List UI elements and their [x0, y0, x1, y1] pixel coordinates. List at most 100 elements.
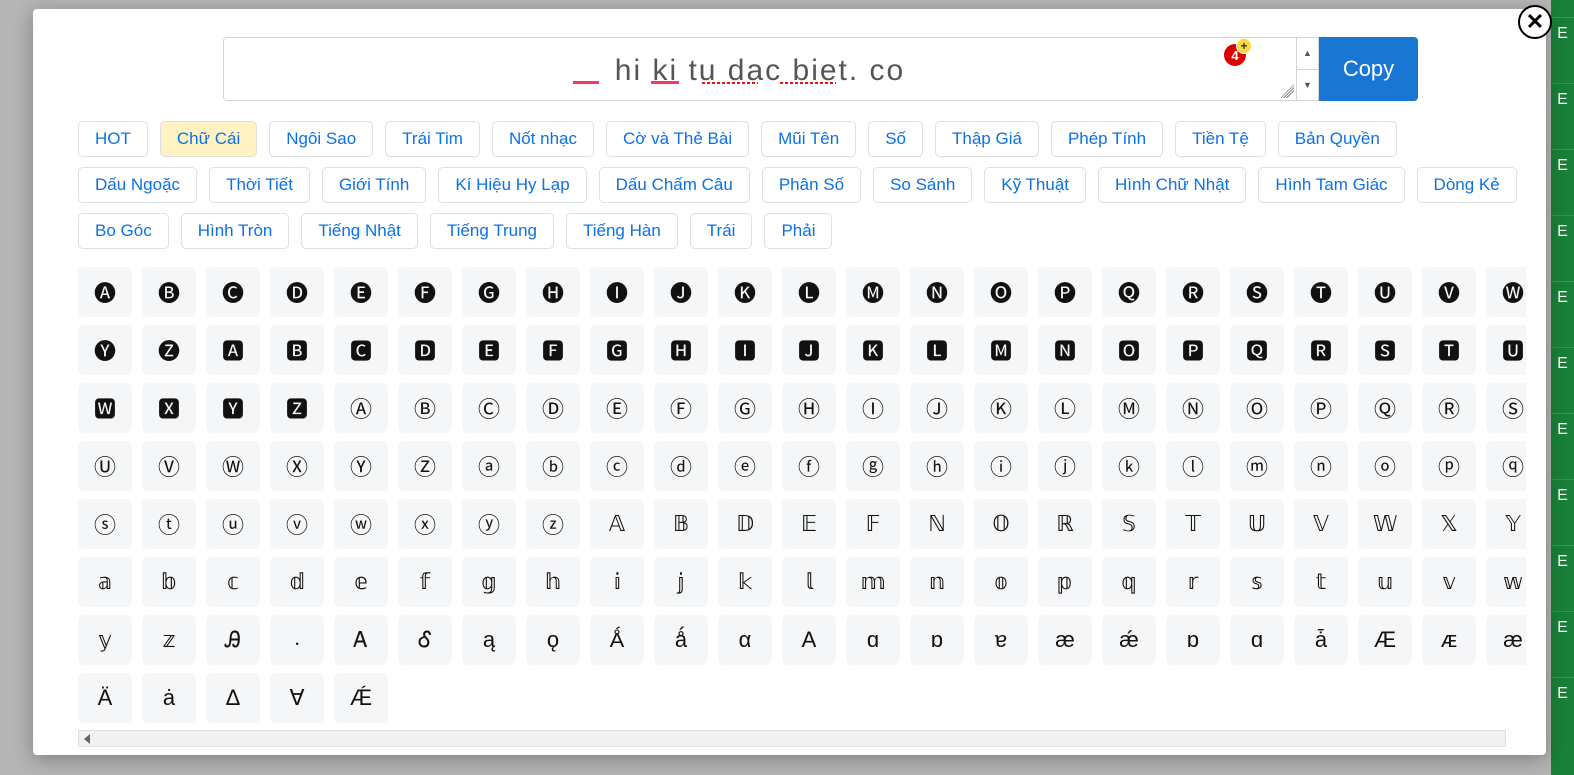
character-cell[interactable]: ℝ [1038, 499, 1092, 549]
character-cell[interactable]: ⓝ [1294, 441, 1348, 491]
character-cell[interactable]: 𝕦 [1358, 557, 1412, 607]
character-cell[interactable]: Ⓥ [142, 441, 196, 491]
character-cell[interactable]: ⓗ [910, 441, 964, 491]
character-cell[interactable]: Ꭿ [206, 615, 260, 665]
category-pill[interactable]: Trái Tim [385, 121, 480, 157]
character-cell[interactable]: ∀ [270, 673, 324, 723]
character-cell[interactable]: 🅤 [1358, 267, 1412, 317]
character-cell[interactable]: ⓔ [718, 441, 772, 491]
character-cell[interactable]: 🅲 [334, 325, 388, 375]
character-cell[interactable]: 🅛 [782, 267, 836, 317]
category-pill[interactable]: Hình Tròn [181, 213, 290, 249]
character-cell[interactable]: 𝕟 [910, 557, 964, 607]
character-cell[interactable]: 𝕌 [1230, 499, 1284, 549]
character-cell[interactable]: 𝕢 [1102, 557, 1156, 607]
category-pill[interactable]: Tiếng Trung [430, 213, 554, 249]
horizontal-scrollbar[interactable] [78, 730, 1506, 747]
character-cell[interactable]: 𝕗 [398, 557, 452, 607]
character-cell[interactable]: 🅻 [910, 325, 964, 375]
character-cell[interactable]: 🅡 [1166, 267, 1220, 317]
category-pill[interactable]: Bo Góc [78, 213, 169, 249]
character-cell[interactable]: Ⓝ [1166, 383, 1220, 433]
character-cell[interactable]: ⓓ [654, 441, 708, 491]
character-cell[interactable]: Ä [78, 673, 132, 723]
character-cell[interactable]: ǫ [526, 615, 580, 665]
character-cell[interactable]: 🅞 [974, 267, 1028, 317]
category-pill[interactable]: Cờ và Thẻ Bài [606, 121, 749, 157]
character-cell[interactable]: ɒ [1166, 615, 1220, 665]
character-cell[interactable]: ȧ [142, 673, 196, 723]
character-cell[interactable]: 🅴 [462, 325, 516, 375]
character-grid-scroll[interactable]: 🅐🅑🅒🅓🅔🅕🅖🅗🅘🅙🅚🅛🅜🅝🅞🅟🅠🅡🅢🅣🅤🅥🅦🅧🅨🅩🅰🅱🅲🅳🅴🅵🅶🅷🅸🅹🅺🅻🅼🅽… [78, 267, 1526, 726]
character-cell[interactable]: 🅺 [846, 325, 900, 375]
character-cell[interactable]: 𝕘 [462, 557, 516, 607]
character-cell[interactable]: 𝕒 [78, 557, 132, 607]
character-cell[interactable]: 𝕥 [1294, 557, 1348, 607]
character-cell[interactable]: ⓞ [1358, 441, 1412, 491]
character-cell[interactable]: 🆁 [1294, 325, 1348, 375]
character-cell[interactable]: 🅩 [142, 325, 196, 375]
character-cell[interactable]: 𝕙 [526, 557, 580, 607]
character-cell[interactable]: ⓠ [1486, 441, 1526, 491]
category-pill[interactable]: Hình Tam Giác [1258, 167, 1404, 203]
character-cell[interactable]: 𝔸 [590, 499, 644, 549]
character-cell[interactable]: 🆈 [206, 383, 260, 433]
character-cell[interactable]: 𝕠 [974, 557, 1028, 607]
category-pill[interactable]: Giới Tính [322, 167, 426, 203]
spinner-down-button[interactable]: ▼ [1297, 70, 1318, 101]
character-cell[interactable]: 𝕊 [1102, 499, 1156, 549]
character-cell[interactable]: Ǻ [590, 615, 644, 665]
character-cell[interactable]: ⓛ [1166, 441, 1220, 491]
character-cell[interactable]: æ [1038, 615, 1092, 665]
character-cell[interactable]: 𝕜 [718, 557, 772, 607]
character-cell[interactable]: Ⓟ [1294, 383, 1348, 433]
character-cell[interactable]: 🆇 [142, 383, 196, 433]
character-cell[interactable]: 𝕆 [974, 499, 1028, 549]
character-cell[interactable]: 𝕤 [1230, 557, 1284, 607]
character-cell[interactable]: Ꮄ [398, 615, 452, 665]
character-cell[interactable]: ǡ [1294, 615, 1348, 665]
character-cell[interactable]: ⓢ [78, 499, 132, 549]
category-pill[interactable]: Tiền Tệ [1175, 121, 1266, 157]
character-cell[interactable]: 🅷 [654, 325, 708, 375]
character-cell[interactable]: ɑ [846, 615, 900, 665]
character-cell[interactable]: 𝔹 [654, 499, 708, 549]
character-cell[interactable]: ⓙ [1038, 441, 1092, 491]
character-cell[interactable]: 🆂 [1358, 325, 1412, 375]
character-cell[interactable]: Ⓜ [1102, 383, 1156, 433]
category-pill[interactable]: HOT [78, 121, 148, 157]
character-cell[interactable]: 𝕨 [1486, 557, 1526, 607]
character-cell[interactable]: ⓚ [1102, 441, 1156, 491]
character-cell[interactable]: ⓐ [462, 441, 516, 491]
character-cell[interactable]: ⓣ [142, 499, 196, 549]
character-cell[interactable]: ɒ [910, 615, 964, 665]
character-cell[interactable]: 🅽 [1038, 325, 1092, 375]
character-cell[interactable]: 🅖 [462, 267, 516, 317]
character-cell[interactable]: Δ [206, 673, 260, 723]
character-cell[interactable]: ⓟ [1422, 441, 1476, 491]
character-cell[interactable]: ܁ [270, 615, 324, 665]
character-cell[interactable]: 🅥 [1422, 267, 1476, 317]
character-cell[interactable]: 𝕖 [334, 557, 388, 607]
character-cell[interactable]: 🅰 [206, 325, 260, 375]
character-cell[interactable]: 𝕫 [142, 615, 196, 665]
character-cell[interactable]: Ⓙ [910, 383, 964, 433]
character-cell[interactable]: Ⓗ [782, 383, 836, 433]
character-cell[interactable]: ӕ [1486, 615, 1526, 665]
character-cell[interactable]: 🅝 [910, 267, 964, 317]
character-cell[interactable]: Ⓓ [526, 383, 580, 433]
character-cell[interactable]: 🅕 [398, 267, 452, 317]
character-cell[interactable]: 𝕞 [846, 557, 900, 607]
character-cell[interactable]: ǽ [1102, 615, 1156, 665]
character-cell[interactable]: ⓦ [334, 499, 388, 549]
character-cell[interactable]: 𝕛 [654, 557, 708, 607]
category-pill[interactable]: Ngôi Sao [269, 121, 373, 157]
character-cell[interactable]: Ꭺ [334, 615, 388, 665]
character-cell[interactable]: ⓑ [526, 441, 580, 491]
category-pill[interactable]: Phải [764, 213, 832, 249]
character-cell[interactable]: 🅟 [1038, 267, 1092, 317]
character-cell[interactable]: ⓘ [974, 441, 1028, 491]
character-cell[interactable]: Ⓨ [334, 441, 388, 491]
character-cell[interactable]: 🅘 [590, 267, 644, 317]
character-cell[interactable]: Ⓦ [206, 441, 260, 491]
